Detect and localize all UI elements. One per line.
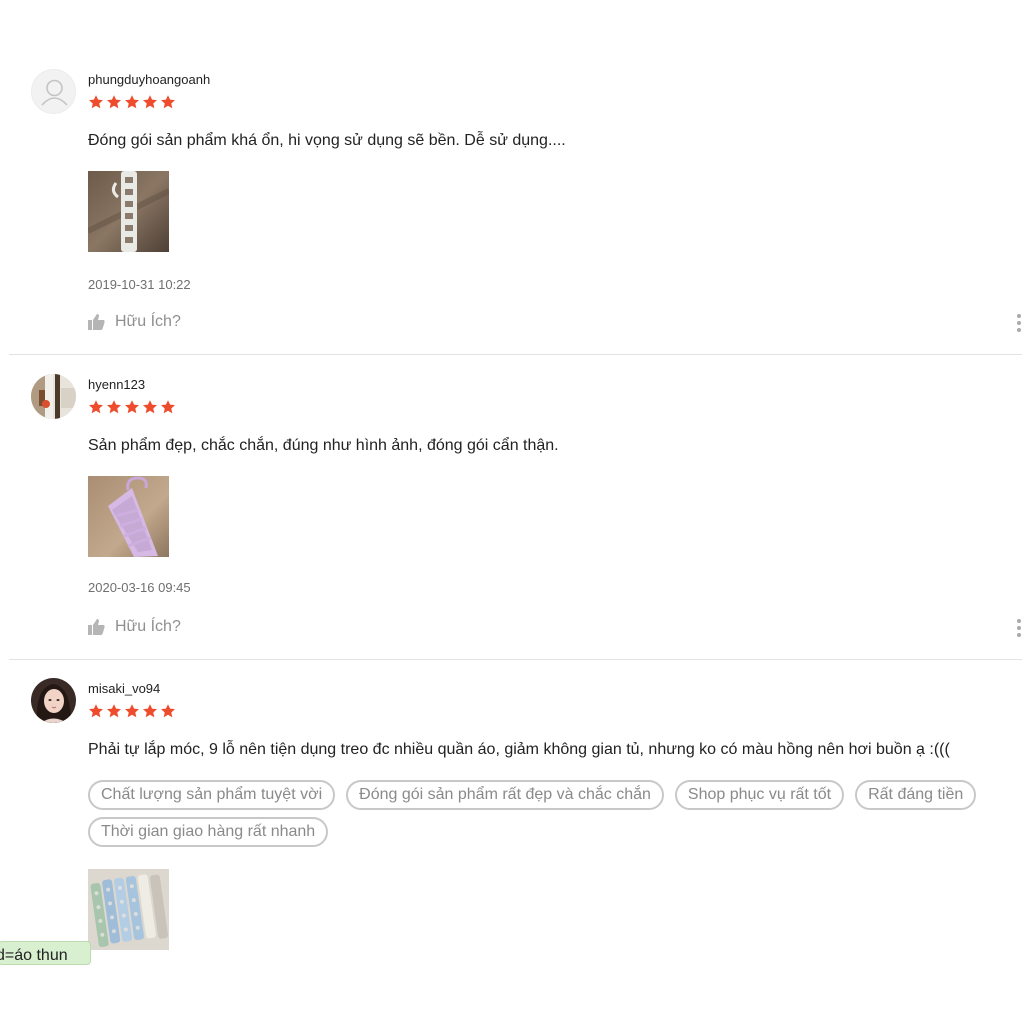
review-tag: Chất lượng sản phẩm tuyệt vời [88,780,336,810]
helpful-label: Hữu Ích? [115,618,181,635]
star-icon [125,400,139,414]
star-icon [107,95,121,109]
review-divider [9,659,1022,660]
review-tag: Rất đáng tiền [855,780,977,810]
star-icon [125,95,139,109]
review-tags: Chất lượng sản phẩm tuyệt vời Đóng gói s… [88,780,988,847]
more-options-icon[interactable] [1013,313,1024,333]
thumbs-up-icon [88,314,105,330]
star-icon [143,400,157,414]
review-timestamp: 2019-10-31 10:22 [88,277,191,292]
star-icon [125,704,139,718]
helpful-button[interactable]: Hữu Ích? [88,618,181,636]
avatar[interactable] [31,678,76,723]
star-icon [161,400,175,414]
review-divider [9,354,1022,355]
star-icon [161,704,175,718]
star-icon [89,704,103,718]
review-photo[interactable] [88,171,169,252]
review-username: hyenn123 [88,377,146,392]
review-comment: Phải tự lắp móc, 9 lỗ nên tiện dụng treo… [88,741,950,758]
helpful-button[interactable]: Hữu Ích? [88,313,181,331]
review-username: phungduyhoangoanh [88,72,211,87]
review-photo[interactable] [88,869,169,950]
star-icon [107,704,121,718]
star-icon [143,95,157,109]
star-icon [161,95,175,109]
review-timestamp: 2020-03-16 09:45 [88,580,191,595]
reviews-page: phungduyhoangoanh Đóng gói sản phẩm khá … [0,0,1024,960]
thumbs-up-icon [88,619,105,635]
review-comment: Sản phẩm đẹp, chắc chắn, đúng như hình ả… [88,437,559,454]
star-icon [89,400,103,414]
review-tag: Thời gian giao hàng rất nhanh [88,817,329,847]
default-user-icon [41,79,68,106]
review-tag: Shop phục vụ rất tốt [674,780,845,810]
search-suggestion-chip[interactable]: d=áo thun [0,941,91,965]
more-options-icon[interactable] [1013,618,1024,638]
rating-stars [88,703,176,719]
star-icon [89,95,103,109]
review-comment: Đóng gói sản phẩm khá ổn, hi vọng sử dụn… [88,132,566,149]
star-icon [107,400,121,414]
rating-stars [88,399,176,415]
helpful-label: Hữu Ích? [115,313,181,330]
avatar[interactable] [31,374,76,419]
review-tag: Đóng gói sản phẩm rất đẹp và chắc chắn [346,780,664,810]
review-username: misaki_vo94 [88,681,161,696]
rating-stars [88,94,176,110]
avatar[interactable] [31,69,76,114]
star-icon [143,704,157,718]
review-photo[interactable] [88,476,169,557]
